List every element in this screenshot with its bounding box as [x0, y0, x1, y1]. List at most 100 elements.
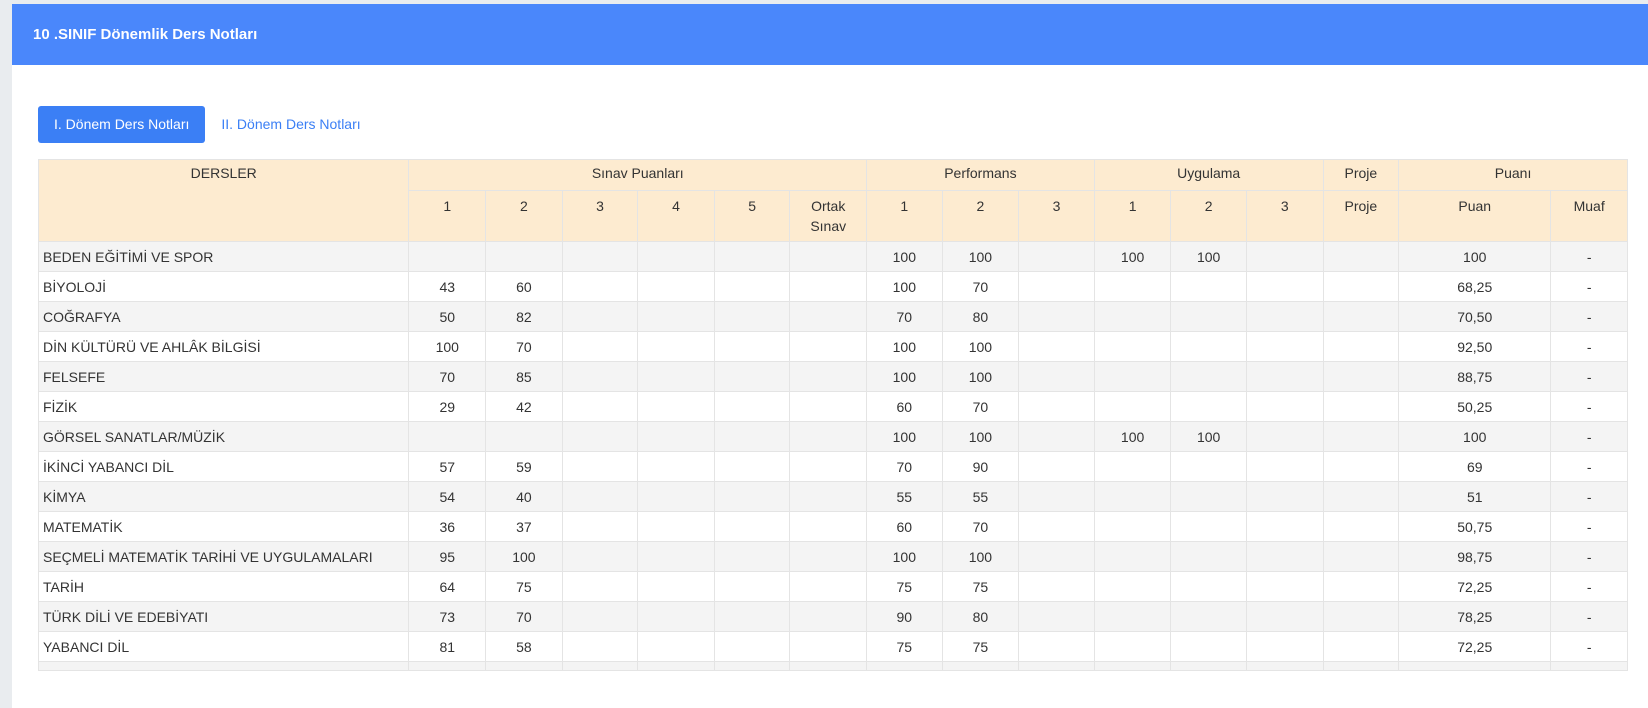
- grade-cell: [1245, 481, 1324, 512]
- grade-cell: [637, 301, 715, 332]
- col-subheader: 4: [637, 190, 715, 242]
- page-title: 10 .SINIF Dönemlik Ders Notları: [33, 26, 258, 43]
- grade-cell: [637, 481, 715, 512]
- grade-cell: [637, 271, 715, 302]
- grade-cell: 72,25: [1398, 631, 1552, 662]
- grade-cell: 55: [866, 481, 943, 512]
- grade-cell: [1322, 481, 1400, 512]
- col-header-performans: Performans: [866, 159, 1095, 191]
- grade-cell: [1245, 271, 1324, 302]
- empty-cell: [37, 661, 410, 671]
- table-row: FİZİK 29 42 60 70 50,25-: [37, 391, 1628, 422]
- grade-cell: [637, 451, 715, 482]
- grade-cell: [1018, 451, 1095, 482]
- col-subheader: Ortak Sınav: [789, 190, 868, 242]
- grades-table: DERSLER Sınav Puanları Performans Uygula…: [37, 159, 1628, 671]
- tab-second-term[interactable]: II. Dönem Ders Notları: [205, 106, 376, 143]
- grade-cell: [1245, 331, 1324, 362]
- grade-cell: [408, 241, 487, 272]
- course-name: FİZİK: [37, 391, 410, 422]
- grade-cell: [561, 391, 639, 422]
- grade-cell: [561, 331, 639, 362]
- grade-cell: [789, 331, 868, 362]
- grade-cell: [485, 421, 563, 452]
- grade-cell: [637, 331, 715, 362]
- table-row: GÖRSEL SANATLAR/MÜZİK 100 100 100 100 100-: [37, 421, 1628, 452]
- grade-cell: [713, 541, 791, 572]
- grade-cell: [789, 361, 868, 392]
- grade-cell: [1245, 301, 1324, 332]
- col-header-proje: Proje: [1322, 159, 1400, 191]
- grade-cell: [1170, 631, 1247, 662]
- grade-cell: [561, 541, 639, 572]
- grade-cell: [713, 481, 791, 512]
- grade-cell: [1170, 451, 1247, 482]
- grade-cell: [789, 421, 868, 452]
- col-subheader: 1: [1093, 190, 1172, 242]
- grade-cell: -: [1550, 631, 1628, 662]
- empty-cell: [485, 661, 563, 671]
- col-header-sinav: Sınav Puanları: [408, 159, 868, 191]
- course-name: BEDEN EĞİTİMİ VE SPOR: [37, 241, 410, 272]
- grade-cell: -: [1550, 361, 1628, 392]
- table-row: COĞRAFYA 50 82 70 80 70,50-: [37, 301, 1628, 332]
- grade-cell: 75: [866, 571, 943, 602]
- grade-cell: [1093, 451, 1172, 482]
- course-name: TARİH: [37, 571, 410, 602]
- grade-cell: [637, 601, 715, 632]
- grade-cell: 98,75: [1398, 541, 1552, 572]
- grade-cell: [1322, 391, 1400, 422]
- grade-cell: [1322, 601, 1400, 632]
- grade-cell: [1245, 391, 1324, 422]
- empty-cell: [1398, 661, 1552, 671]
- grade-cell: 37: [485, 511, 563, 542]
- grade-cell: 58: [485, 631, 563, 662]
- table-row: İKİNCİ YABANCI DİL 57 59 70 90 69-: [37, 451, 1628, 482]
- grade-cell: [713, 511, 791, 542]
- grade-cell: [713, 451, 791, 482]
- grade-cell: 54: [408, 481, 487, 512]
- grade-cell: [789, 541, 868, 572]
- grade-cell: [1018, 361, 1095, 392]
- course-name: MATEMATİK: [37, 511, 410, 542]
- grade-cell: 90: [941, 451, 1020, 482]
- grade-cell: 50,25: [1398, 391, 1552, 422]
- grade-cell: [637, 361, 715, 392]
- grade-cell: [1322, 241, 1400, 272]
- grade-cell: [1322, 271, 1400, 302]
- grade-cell: [1322, 301, 1400, 332]
- grade-cell: 100: [1398, 421, 1552, 452]
- grade-cell: [1018, 271, 1095, 302]
- grade-cell: 82: [485, 301, 563, 332]
- grade-cell: -: [1550, 271, 1628, 302]
- grade-cell: [713, 601, 791, 632]
- grade-cell: 50: [408, 301, 487, 332]
- grade-cell: -: [1550, 391, 1628, 422]
- grade-cell: [1322, 541, 1400, 572]
- course-name: BİYOLOJİ: [37, 271, 410, 302]
- empty-cell: [789, 661, 868, 671]
- grade-cell: 100: [866, 241, 943, 272]
- grade-cell: [1322, 451, 1400, 482]
- empty-cell: [1322, 661, 1400, 671]
- grade-cell: 75: [866, 631, 943, 662]
- grade-cell: [1170, 541, 1247, 572]
- col-header-dersler: DERSLER: [37, 159, 410, 242]
- col-subheader: 3: [1018, 190, 1095, 242]
- grade-cell: [1322, 571, 1400, 602]
- grade-cell: [1245, 241, 1324, 272]
- grade-cell: [1018, 331, 1095, 362]
- grade-cell: [637, 571, 715, 602]
- grade-cell: [1018, 481, 1095, 512]
- header-row-groups: DERSLER Sınav Puanları Performans Uygula…: [37, 159, 1628, 242]
- grade-cell: [637, 391, 715, 422]
- grade-cell: [1093, 361, 1172, 392]
- grade-cell: [1245, 421, 1324, 452]
- grade-cell: [637, 541, 715, 572]
- grade-cell: -: [1550, 421, 1628, 452]
- grade-cell: [1245, 571, 1324, 602]
- grade-cell: 100: [485, 541, 563, 572]
- tab-first-term[interactable]: I. Dönem Ders Notları: [38, 106, 206, 143]
- grade-cell: 70: [941, 511, 1020, 542]
- grade-cell: [1093, 301, 1172, 332]
